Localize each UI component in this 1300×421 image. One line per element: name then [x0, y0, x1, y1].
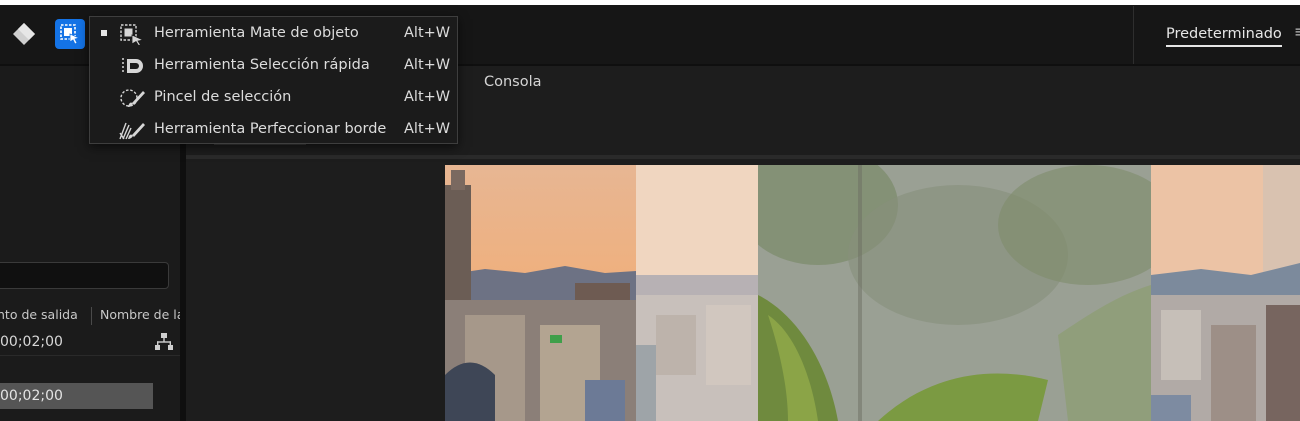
timecode-value[interactable]: 00;02;00 [0, 334, 63, 350]
city-image-strip-right [1151, 165, 1300, 421]
object-matte-tool-button[interactable] [55, 19, 85, 49]
tab-consola[interactable]: Consola [484, 74, 542, 90]
eraser-tool-button[interactable] [9, 19, 39, 49]
menu-item-label: Pincel de selección [154, 89, 292, 105]
menu-item-label: Herramienta Mate de objeto [154, 25, 359, 41]
menu-item-label: Herramienta Perfeccionar borde [154, 121, 387, 137]
hierarchy-icon[interactable] [154, 332, 174, 352]
menu-item-shortcut: Alt+W [404, 57, 451, 73]
city-image-strip [445, 165, 636, 421]
menu-item-refine-edge[interactable]: Herramienta Perfeccionar borde Alt+W [90, 114, 457, 146]
selection-brush-icon [120, 89, 145, 107]
quick-selection-icon [122, 58, 143, 73]
menu-item-object-matte[interactable]: Herramienta Mate de objeto Alt+W [90, 18, 457, 50]
menu-item-selection-brush[interactable]: Pincel de selección Alt+W [90, 82, 457, 114]
workspace-separator [1133, 6, 1134, 64]
eraser-icon [13, 23, 35, 45]
menu-item-shortcut: Alt+W [404, 25, 451, 41]
menu-item-label: Herramienta Selección rápida [154, 57, 370, 73]
preview-viewer[interactable] [445, 165, 1300, 421]
menu-item-quick-selection[interactable]: Herramienta Selección rápida Alt+W [90, 50, 457, 82]
forest-image-strip [758, 165, 1151, 421]
object-matte-icon [120, 24, 145, 45]
refine-edge-icon [119, 122, 145, 140]
chevron-more-icon[interactable]: ≡ [1294, 22, 1300, 41]
column-separator [91, 307, 92, 325]
workspace-tab-predeterminado[interactable]: Predeterminado [1166, 26, 1282, 47]
column-header-output[interactable]: nto de salida [0, 307, 89, 322]
column-header-name[interactable]: Nombre de la [100, 307, 180, 322]
tool-flyout-menu: Herramienta Mate de objeto Alt+W Herrami… [89, 16, 458, 144]
menu-item-shortcut: Alt+W [404, 89, 451, 105]
row-divider [0, 355, 180, 356]
selected-bullet [101, 30, 107, 36]
panel-divider [186, 155, 1300, 159]
timecode-value-selected[interactable]: 00;02;00 [0, 388, 63, 404]
object-matte-tool-icon [60, 24, 81, 45]
city-faded-image-strip [636, 165, 758, 421]
search-input[interactable] [0, 262, 169, 289]
menu-item-shortcut: Alt+W [404, 121, 451, 137]
